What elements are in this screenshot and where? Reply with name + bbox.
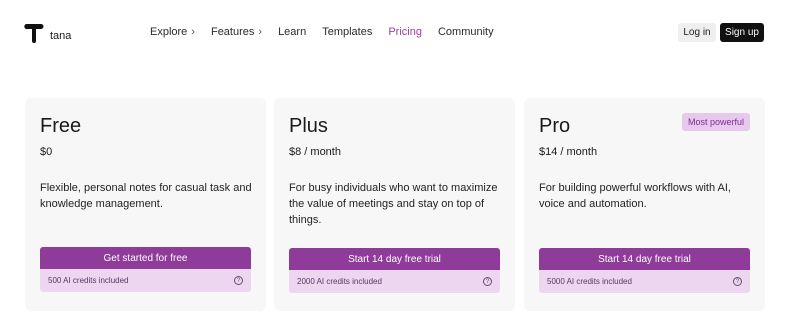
chevron-right-icon: ›: [191, 26, 195, 38]
plan-price: $14 / month: [539, 146, 598, 158]
nav-item-templates[interactable]: Templates: [322, 26, 372, 38]
nav-item-label: Pricing: [388, 26, 422, 38]
help-circle-icon[interactable]: ?: [483, 277, 492, 286]
plan-name: Free: [40, 115, 82, 137]
nav-item-label: Templates: [322, 26, 373, 38]
plan-description: Flexible, personal notes for casual task…: [40, 182, 252, 210]
ai-credits-label: 2000 AI credits included: [297, 277, 382, 286]
nav-item-explore[interactable]: Explore ›: [150, 26, 195, 38]
nav-item-learn[interactable]: Learn: [278, 26, 306, 38]
plan-card-plus: Plus $8 / month For busy individuals who…: [274, 98, 515, 311]
nav-item-features[interactable]: Features ›: [204, 18, 263, 46]
top-navigation: tana Explore › Features › Learn Template…: [0, 0, 800, 64]
logo[interactable]: tana: [24, 22, 71, 49]
ai-credits-row: 5000 AI credits included ?: [539, 270, 750, 293]
plan-description: For busy individuals who want to maximiz…: [289, 182, 498, 226]
plan-price: $0: [40, 146, 53, 158]
ai-credits-label: 500 AI credits included: [48, 276, 129, 285]
plan-description: For building powerful workflows with AI,…: [539, 182, 731, 210]
plan-price: $8 / month: [289, 146, 341, 158]
plan-card-pro: Pro Most powerful $14 / month For buildi…: [524, 98, 765, 311]
plan-card-free: Free $0 Flexible, personal notes for cas…: [25, 98, 266, 311]
nav-item-community[interactable]: Community: [438, 26, 494, 38]
ai-credits-row: 500 AI credits included ?: [40, 269, 251, 292]
nav-item-pricing[interactable]: Pricing: [388, 26, 422, 38]
nav-item-label: Learn: [278, 26, 307, 38]
nav-item-label: Explore: [150, 26, 188, 38]
help-circle-icon[interactable]: ?: [733, 277, 742, 286]
most-powerful-badge: Most powerful: [681, 113, 750, 131]
signup-button[interactable]: Sign up: [720, 23, 764, 42]
help-circle-icon[interactable]: ?: [234, 276, 243, 285]
plan-name: Pro: [539, 115, 571, 137]
logo-text: tana: [50, 29, 72, 42]
start-trial-button[interactable]: Start 14 day free trial: [289, 248, 500, 270]
nav-item-label: Features: [210, 26, 255, 38]
chevron-right-icon: ›: [258, 26, 263, 38]
start-trial-button[interactable]: Start 14 day free trial: [539, 248, 750, 270]
nav-item-label: Community: [437, 26, 494, 38]
login-button[interactable]: Log in: [678, 23, 716, 42]
get-started-free-button[interactable]: Get started for free: [40, 247, 251, 269]
ai-credits-label: 5000 AI credits included: [547, 277, 632, 286]
plan-name: Plus: [289, 115, 328, 137]
nav-links: Explore › Features › Learn Templates Pri…: [150, 18, 510, 46]
tana-logo-icon: [24, 22, 44, 49]
ai-credits-row: 2000 AI credits included ?: [289, 270, 500, 293]
